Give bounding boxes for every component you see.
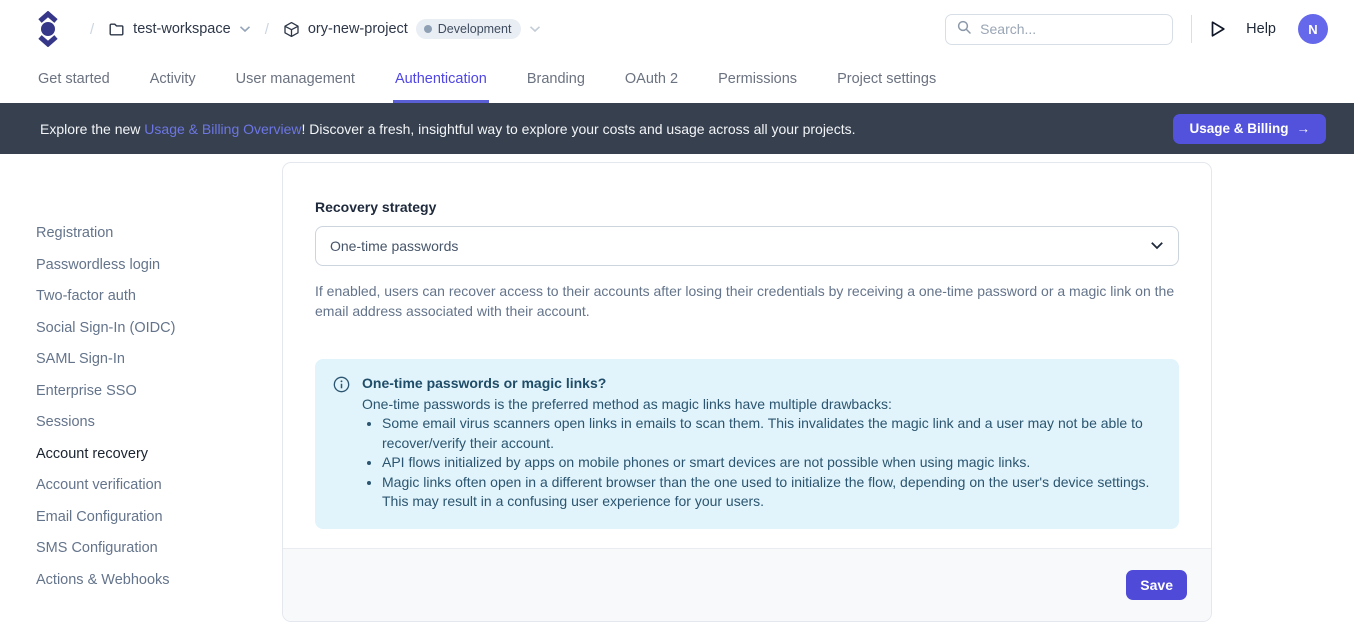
play-button[interactable] [1210,20,1226,38]
info-box-title: One-time passwords or magic links? [362,374,1159,394]
info-box-content: One-time passwords or magic links? One-t… [362,374,1159,512]
ory-console-page: / test-workspace / ory-new-project [0,0,1354,625]
project-switcher[interactable]: ory-new-project Development [283,19,542,39]
help-button[interactable]: Help [1246,21,1276,37]
recovery-strategy-description: If enabled, users can recover access to … [315,281,1179,321]
breadcrumb-separator: / [265,21,269,38]
sidebar-item-registration[interactable]: Registration [36,218,113,250]
sidebar-item-sessions[interactable]: Sessions [36,407,95,439]
info-icon [333,376,350,512]
sidebar-item-social-sign-in[interactable]: Social Sign-In (OIDC) [36,313,175,345]
ory-logo-icon [36,11,60,47]
recovery-strategy-select[interactable]: One-time passwords [315,226,1179,266]
project-name: ory-new-project [308,21,408,37]
workspace-name: test-workspace [133,21,231,37]
environment-badge: Development [416,19,522,39]
authentication-sidebar: Registration Passwordless login Two-fact… [0,154,282,625]
tab-get-started[interactable]: Get started [36,58,112,103]
sidebar-item-saml-sign-in[interactable]: SAML Sign-In [36,344,125,376]
card-body: Recovery strategy One-time passwords If … [283,163,1211,548]
tab-oauth2[interactable]: OAuth 2 [623,58,680,103]
usage-billing-banner: Explore the new Usage & Billing Overview… [0,103,1354,154]
user-avatar[interactable]: N [1298,14,1328,44]
chevron-down-icon [529,25,541,33]
save-button[interactable]: Save [1126,570,1187,600]
tab-project-settings[interactable]: Project settings [835,58,938,103]
tab-branding[interactable]: Branding [525,58,587,103]
recovery-strategy-label: Recovery strategy [315,199,1179,215]
topbar-divider [1191,15,1192,43]
workspace-switcher[interactable]: test-workspace [108,21,251,38]
info-bullet: API flows initialized by apps on mobile … [382,453,1159,473]
arrow-right-icon: → [1297,121,1311,136]
card-footer: Save [283,548,1211,621]
banner-text: Explore the new Usage & Billing Overview… [40,121,856,137]
search-input[interactable] [980,21,1162,37]
chevron-down-icon [239,25,251,33]
sidebar-item-email-configuration[interactable]: Email Configuration [36,502,163,534]
breadcrumb-separator: / [90,21,94,38]
select-value: One-time passwords [330,238,1150,254]
folder-icon [108,21,125,38]
info-box: One-time passwords or magic links? One-t… [315,359,1179,529]
sidebar-item-account-recovery[interactable]: Account recovery [36,439,148,471]
content-area: Registration Passwordless login Two-fact… [0,154,1354,625]
info-bullet: Magic links often open in a different br… [382,473,1159,512]
account-recovery-card: Recovery strategy One-time passwords If … [282,162,1212,622]
project-nav-tabs: Get started Activity User management Aut… [0,58,1354,103]
tab-authentication[interactable]: Authentication [393,58,489,103]
package-icon [283,21,300,38]
sidebar-item-enterprise-sso[interactable]: Enterprise SSO [36,376,137,408]
usage-billing-overview-link[interactable]: Usage & Billing Overview [144,121,301,137]
tab-permissions[interactable]: Permissions [716,58,799,103]
tab-activity[interactable]: Activity [148,58,198,103]
sidebar-item-passwordless-login[interactable]: Passwordless login [36,250,160,282]
environment-label: Development [438,22,512,36]
info-bullet: Some email virus scanners open links in … [382,414,1159,453]
top-bar: / test-workspace / ory-new-project [0,0,1354,58]
info-box-intro: One-time passwords is the preferred meth… [362,395,1159,415]
chevron-down-icon [1150,237,1164,255]
sidebar-item-actions-webhooks[interactable]: Actions & Webhooks [36,565,170,597]
tab-user-management[interactable]: User management [234,58,357,103]
usage-billing-button[interactable]: Usage & Billing → [1173,114,1326,144]
sidebar-item-sms-configuration[interactable]: SMS Configuration [36,533,158,565]
sidebar-item-two-factor-auth[interactable]: Two-factor auth [36,281,136,313]
search-box[interactable] [945,14,1173,45]
sidebar-item-account-verification[interactable]: Account verification [36,470,162,502]
search-icon [956,19,972,40]
info-bullet-list: Some email virus scanners open links in … [362,414,1159,512]
environment-dot-icon [424,25,432,33]
